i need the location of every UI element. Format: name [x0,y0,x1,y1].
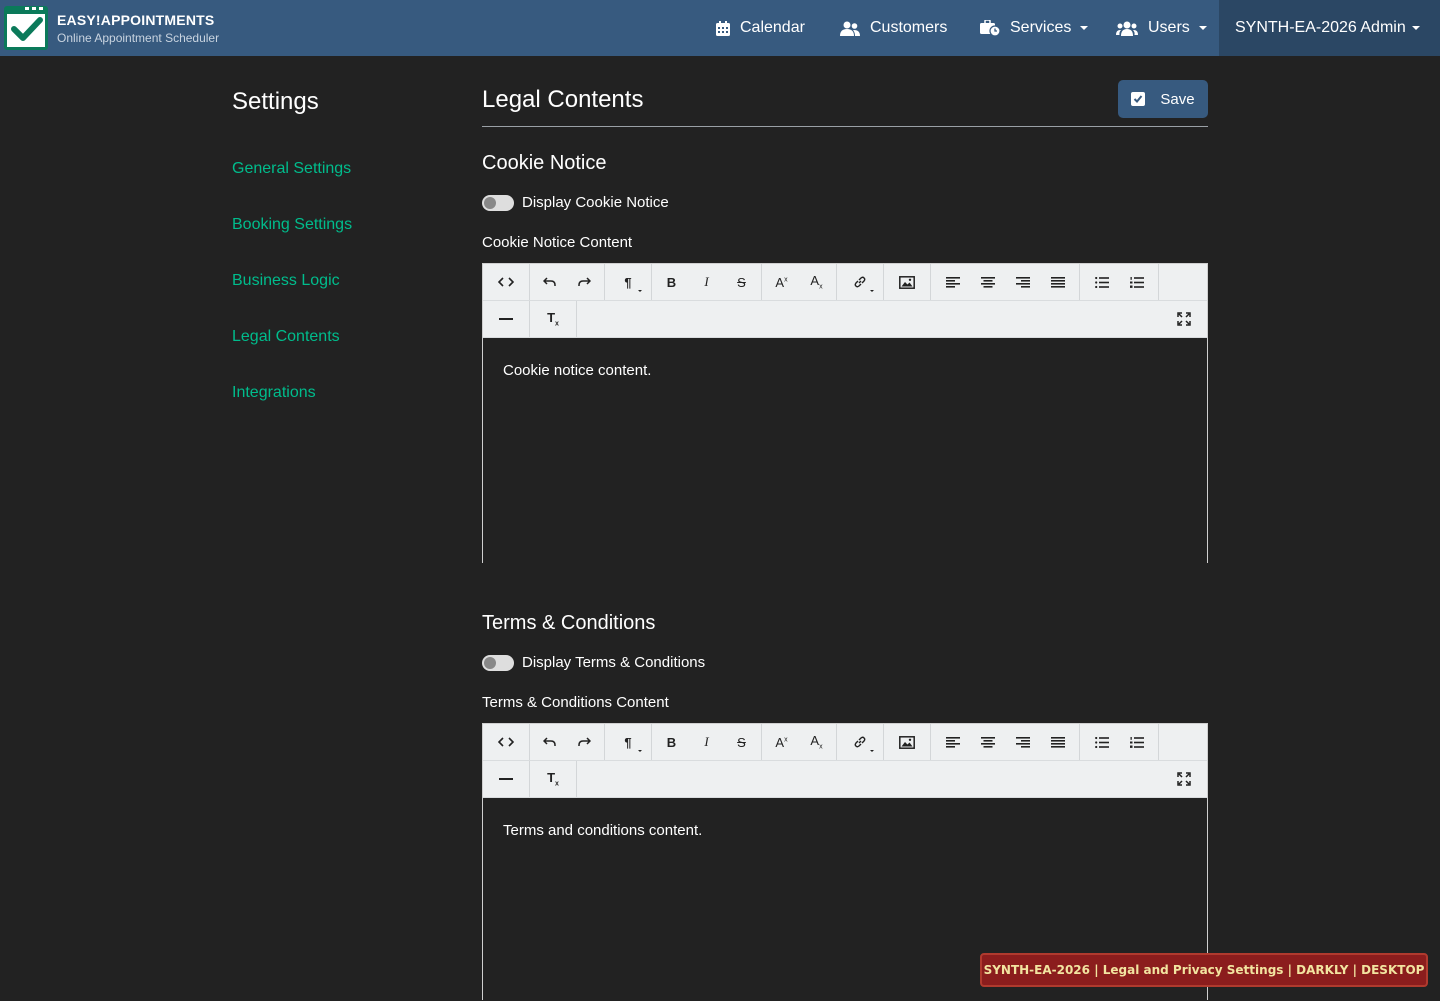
horizontal-rule-icon[interactable] [483,761,529,797]
image-icon[interactable] [884,724,930,760]
cookie-notice-toggle-row: Display Cookie Notice [482,194,669,211]
align-center-icon[interactable] [970,264,1005,300]
nav-customers-label: Customers [870,19,948,36]
undo-icon[interactable] [532,724,567,760]
brand-logo-icon [4,6,48,50]
undo-icon[interactable] [532,264,567,300]
sidebar-item-legal-contents[interactable]: Legal Contents [232,328,340,346]
bold-icon[interactable]: B [654,264,689,300]
environment-badge: SYNTH-EA-2026 | Legal and Privacy Settin… [980,953,1428,987]
clear-format-icon[interactable]: Tx [530,301,576,337]
cookie-notice-editor: ¶ B I S Ax Ax Tx Cookie notice content. [482,263,1208,564]
sidebar-title: Settings [232,88,319,115]
sidebar-item-booking-settings[interactable]: Booking Settings [232,216,352,234]
title-divider [482,126,1208,127]
fullscreen-icon[interactable] [1166,761,1201,797]
terms-toggle-row: Display Terms & Conditions [482,654,705,671]
briefcase-clock-icon [980,20,1000,36]
clear-format-icon[interactable]: Tx [530,761,576,797]
save-button[interactable]: Save [1118,80,1208,118]
bold-icon[interactable]: B [654,724,689,760]
code-view-icon[interactable] [483,724,529,760]
paragraph-style-icon[interactable]: ¶ [605,724,651,760]
display-cookie-notice-label: Display Cookie Notice [522,194,669,211]
superscript-icon[interactable]: Ax [764,264,799,300]
align-justify-icon[interactable] [1040,264,1075,300]
link-icon[interactable] [837,724,883,760]
brand[interactable]: EASY!APPOINTMENTS Online Appointment Sch… [4,4,219,52]
brand-title: EASY!APPOINTMENTS [57,11,215,28]
brand-subtitle: Online Appointment Scheduler [57,30,220,45]
chevron-down-icon [1411,26,1420,30]
align-left-icon[interactable] [935,724,970,760]
link-icon[interactable] [837,264,883,300]
terms-content-label: Terms & Conditions Content [482,694,669,711]
sidebar-item-business-logic[interactable]: Business Logic [232,272,340,290]
editor-toolbar: ¶ B I S Ax Ax Tx [483,724,1207,798]
superscript-icon[interactable]: Ax [764,724,799,760]
nav-customers[interactable]: Customers [840,0,947,56]
cookie-notice-content-label: Cookie Notice Content [482,234,633,251]
bullet-list-icon[interactable] [1084,724,1119,760]
strikethrough-icon[interactable]: S [724,724,759,760]
nav-calendar-label: Calendar [740,19,805,36]
nav-users[interactable]: Users [1116,0,1207,56]
calendar-icon [716,20,730,36]
nav-admin-menu[interactable]: SYNTH-EA-2026 Admin [1219,0,1440,56]
display-cookie-notice-toggle[interactable] [482,194,514,211]
users-group-icon [1116,21,1138,36]
numbered-list-icon[interactable] [1119,264,1154,300]
admin-label: SYNTH-EA-2026 Admin [1235,19,1406,36]
align-center-icon[interactable] [970,724,1005,760]
italic-icon[interactable]: I [689,264,724,300]
redo-icon[interactable] [567,724,602,760]
nav-users-label: Users [1148,19,1190,36]
chevron-down-icon [1080,26,1089,30]
sidebar-item-integrations[interactable]: Integrations [232,384,316,402]
align-justify-icon[interactable] [1040,724,1075,760]
bullet-list-icon[interactable] [1084,264,1119,300]
redo-icon[interactable] [567,264,602,300]
check-square-icon [1131,92,1146,106]
align-left-icon[interactable] [935,264,970,300]
nav-services-label: Services [1010,19,1072,36]
image-icon[interactable] [884,264,930,300]
horizontal-rule-icon[interactable] [483,301,529,337]
save-button-label: Save [1160,90,1195,108]
nav-calendar[interactable]: Calendar [716,0,805,56]
page-title: Legal Contents [482,86,644,113]
align-right-icon[interactable] [1005,724,1040,760]
strikethrough-icon[interactable]: S [724,264,759,300]
numbered-list-icon[interactable] [1119,724,1154,760]
paragraph-style-icon[interactable]: ¶ [605,264,651,300]
terms-conditions-heading: Terms & Conditions [482,612,656,634]
editor-toolbar: ¶ B I S Ax Ax Tx [483,264,1207,338]
sidebar-item-general-settings[interactable]: General Settings [232,160,351,178]
fullscreen-icon[interactable] [1166,301,1201,337]
chevron-down-icon [1198,26,1207,30]
align-right-icon[interactable] [1005,264,1040,300]
italic-icon[interactable]: I [689,724,724,760]
display-terms-label: Display Terms & Conditions [522,654,706,671]
subscript-icon[interactable]: Ax [799,264,834,300]
cookie-notice-heading: Cookie Notice [482,152,607,174]
top-navbar: EASY!APPOINTMENTS Online Appointment Sch… [0,0,1440,56]
subscript-icon[interactable]: Ax [799,724,834,760]
cookie-notice-content-area[interactable]: Cookie notice content. [483,338,1207,564]
users-icon [840,21,860,36]
code-view-icon[interactable] [483,264,529,300]
nav-services[interactable]: Services [980,0,1089,56]
display-terms-toggle[interactable] [482,654,514,671]
